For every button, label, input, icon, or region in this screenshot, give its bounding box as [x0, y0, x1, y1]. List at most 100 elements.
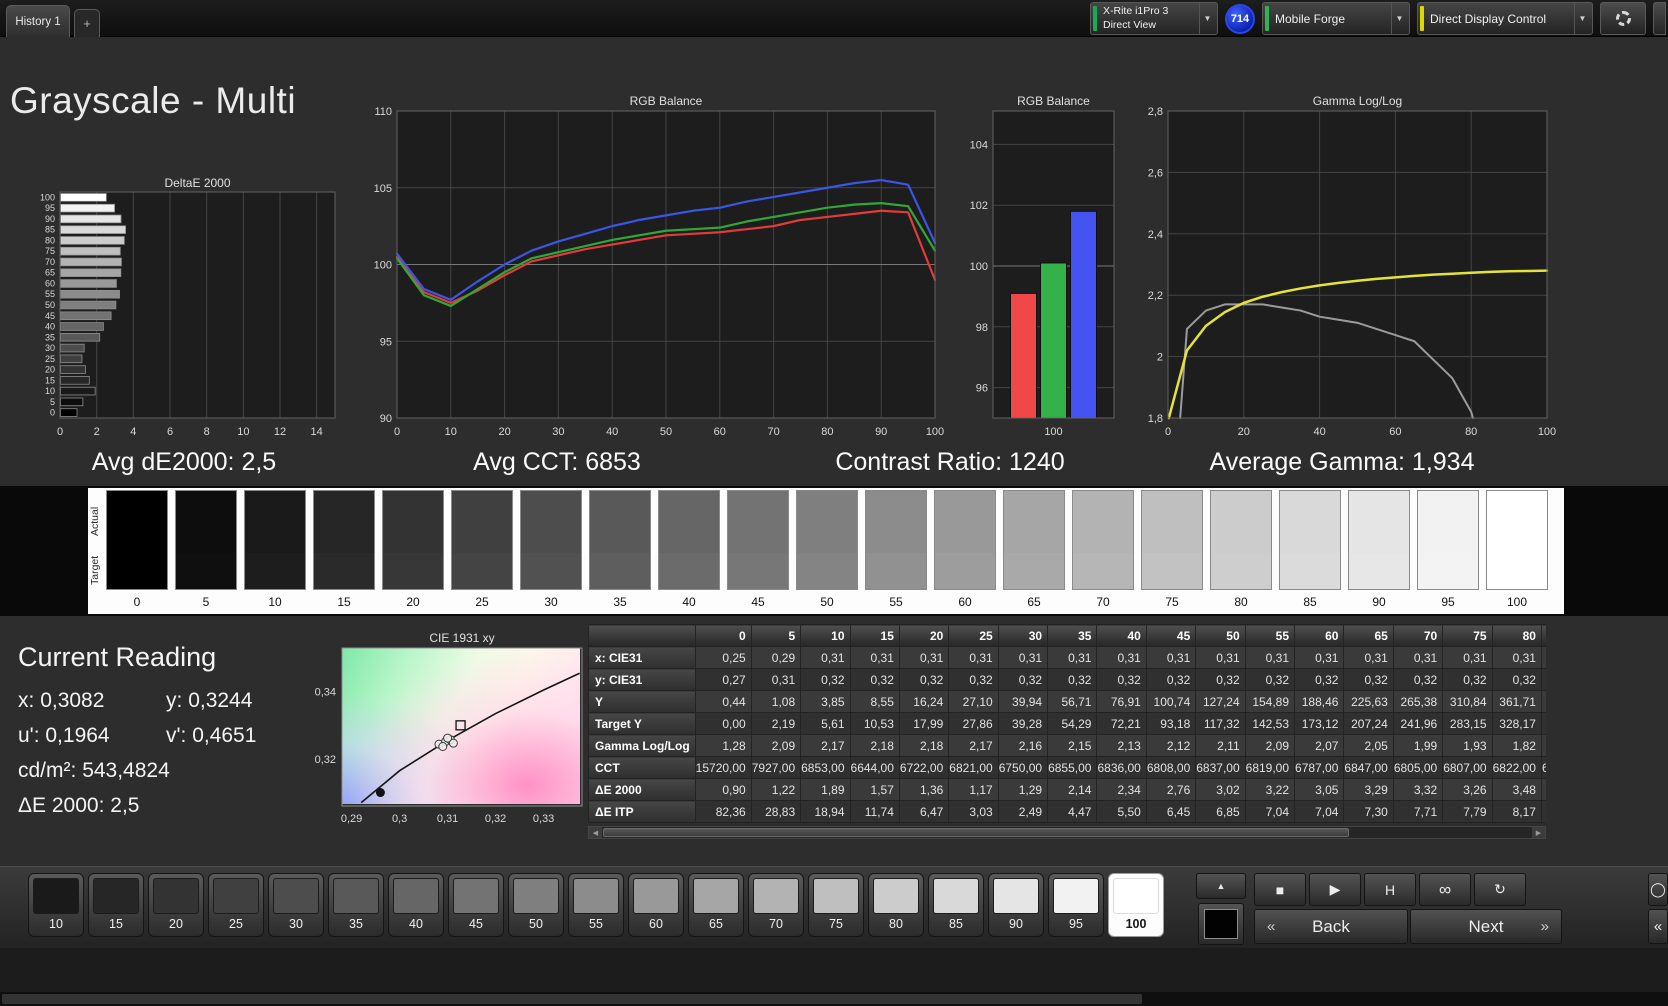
column-header: 45 — [1145, 624, 1197, 647]
patch-button-80[interactable]: 80 — [868, 873, 924, 937]
patch-button-70[interactable]: 70 — [748, 873, 804, 937]
actual-swatch — [1211, 491, 1271, 553]
patch-button-20[interactable]: 20 — [148, 873, 204, 937]
add-tab-button[interactable]: + — [74, 9, 100, 37]
table-cell: 6805,00 — [1392, 756, 1444, 779]
patch-label: 30 — [289, 917, 303, 931]
target-swatch — [314, 553, 374, 589]
table-cell: 6750,00 — [997, 756, 1049, 779]
patch-swatch — [873, 878, 919, 914]
next-button[interactable]: Next » — [1410, 909, 1562, 944]
grayscale-swatch-strip: Actual Target 0 5 10 15 20 25 30 35 40 45 50 55 60 65… — [88, 488, 1564, 614]
target-swatch — [1211, 553, 1271, 589]
actual-swatch — [590, 491, 650, 553]
chevron-down-icon[interactable]: ▼ — [1391, 3, 1407, 34]
column-header: 25 — [948, 624, 999, 647]
scroll-right-arrow[interactable]: ▶ — [1532, 827, 1545, 838]
svg-text:75: 75 — [45, 246, 55, 256]
svg-text:100: 100 — [970, 261, 988, 273]
table-cell: 0,90 — [694, 778, 752, 801]
patch-button-65[interactable]: 65 — [688, 873, 744, 937]
marker-button[interactable]: H — [1364, 873, 1416, 906]
target-swatch — [1418, 553, 1478, 589]
chevron-down-icon[interactable]: ▼ — [1574, 3, 1590, 34]
patch-button-90[interactable]: 90 — [988, 873, 1044, 937]
play-button[interactable]: ▶ — [1309, 873, 1361, 906]
patch-button-75[interactable]: 75 — [808, 873, 864, 937]
current-reading-panel: Current Reading x: 0,3082 y: 0,3244 u': … — [18, 642, 298, 829]
history-tab[interactable]: History 1 — [6, 5, 70, 37]
patch-button-40[interactable]: 40 — [388, 873, 444, 937]
clipped-nav-button[interactable]: « — [1648, 909, 1668, 944]
table-cell: 100,74 — [1145, 690, 1197, 713]
swatch-level-label: 100 — [1506, 595, 1528, 609]
settings-gear-button[interactable] — [1600, 2, 1646, 35]
patch-button-55[interactable]: 55 — [568, 873, 624, 937]
patch-list-up-button[interactable]: ▲ — [1196, 873, 1246, 899]
patch-swatch — [993, 878, 1039, 914]
row-label: ΔE ITP — [588, 800, 696, 823]
patch-button-35[interactable]: 35 — [328, 873, 384, 937]
display-control-dropdown[interactable]: Direct Display Control ▼ — [1417, 2, 1593, 35]
patch-button-100[interactable]: 100 — [1108, 873, 1164, 937]
measurement-table-wrap[interactable]: 0510152025303540455055606570758085x: CIE… — [588, 624, 1546, 824]
svg-text:65: 65 — [45, 268, 55, 278]
table-cell: 417,93 — [1540, 690, 1546, 713]
patch-scrollbar-thumb[interactable] — [2, 994, 1142, 1004]
meter-dropdown[interactable]: X-Rite i1Pro 3 Direct View ▼ — [1090, 2, 1218, 35]
patch-button-85[interactable]: 85 — [928, 873, 984, 937]
patch-button-row: 10 15 20 25 30 35 40 45 50 55 60 65 70 75 80 85 90 95 100 — [28, 873, 1164, 937]
gamma-line-chart: Gamma Log/Log 1,8 2 2,2 2,4 2,6 2,8 0 20 40 60 80 10… — [1130, 94, 1577, 446]
scrollbar-thumb[interactable] — [603, 828, 1349, 837]
table-horizontal-scrollbar[interactable]: ◀ ▶ — [588, 826, 1546, 839]
current-reading-title: Current Reading — [18, 642, 217, 672]
table-cell: 225,63 — [1343, 690, 1394, 713]
table-cell: 142,53 — [1244, 712, 1296, 735]
patch-button-10[interactable]: 10 — [28, 873, 84, 937]
table-cell: 6855,00 — [1047, 756, 1098, 779]
patch-button-60[interactable]: 60 — [628, 873, 684, 937]
patch-button-30[interactable]: 30 — [268, 873, 324, 937]
patch-button-25[interactable]: 25 — [208, 873, 264, 937]
table-cell: 3,26 — [1442, 778, 1493, 801]
table-cell: 2,16 — [997, 734, 1049, 757]
refresh-button[interactable]: ↻ — [1474, 873, 1526, 906]
patch-button-50[interactable]: 50 — [508, 873, 564, 937]
table-cell: 3,05 — [1294, 778, 1345, 801]
patch-button-45[interactable]: 45 — [448, 873, 504, 937]
patch-label: 70 — [769, 917, 783, 931]
patch-list-scrollbar[interactable] — [0, 992, 1668, 1006]
clipped-transport-button[interactable]: ◯ — [1648, 873, 1668, 906]
luminance-reading-row: cd/m²: 543,4824 — [18, 759, 170, 782]
svg-text:105: 105 — [374, 183, 392, 195]
patch-swatch — [573, 878, 619, 914]
table-cell: 0,44 — [694, 690, 752, 713]
chevron-down-icon[interactable]: ▼ — [1199, 3, 1215, 34]
table-cell: 27,10 — [948, 690, 999, 713]
actual-swatch — [176, 491, 236, 553]
table-cell: 5,61 — [800, 712, 851, 735]
swatch-level-label: 5 — [202, 595, 210, 609]
pattern-window-button[interactable] — [1198, 903, 1244, 945]
column-header: 10 — [800, 624, 851, 647]
average-gamma-stat: Average Gamma: 1,934 — [1209, 448, 1475, 476]
column-header: 50 — [1195, 624, 1246, 647]
clipped-button[interactable] — [1653, 2, 1666, 35]
pattern-source-dropdown[interactable]: Mobile Forge ▼ — [1262, 2, 1410, 35]
table-cell: 6722,00 — [898, 756, 950, 779]
column-header: 15 — [849, 624, 900, 647]
swatch-level-label: 50 — [820, 595, 834, 609]
svg-text:5: 5 — [50, 397, 55, 407]
patch-button-95[interactable]: 95 — [1048, 873, 1104, 937]
actual-swatch — [521, 491, 581, 553]
table-cell: 16,24 — [898, 690, 950, 713]
back-button[interactable]: « Back — [1254, 909, 1408, 944]
target-axis-label: Target — [89, 555, 101, 585]
table-cell: 0,31 — [1491, 646, 1542, 669]
patch-label: 65 — [709, 917, 723, 931]
patch-button-15[interactable]: 15 — [88, 873, 144, 937]
meter-count-badge[interactable]: 714 — [1225, 3, 1255, 34]
actual-swatch — [1073, 491, 1133, 553]
stop-button[interactable]: ■ — [1254, 873, 1306, 906]
loop-button[interactable]: ∞ — [1419, 873, 1471, 906]
